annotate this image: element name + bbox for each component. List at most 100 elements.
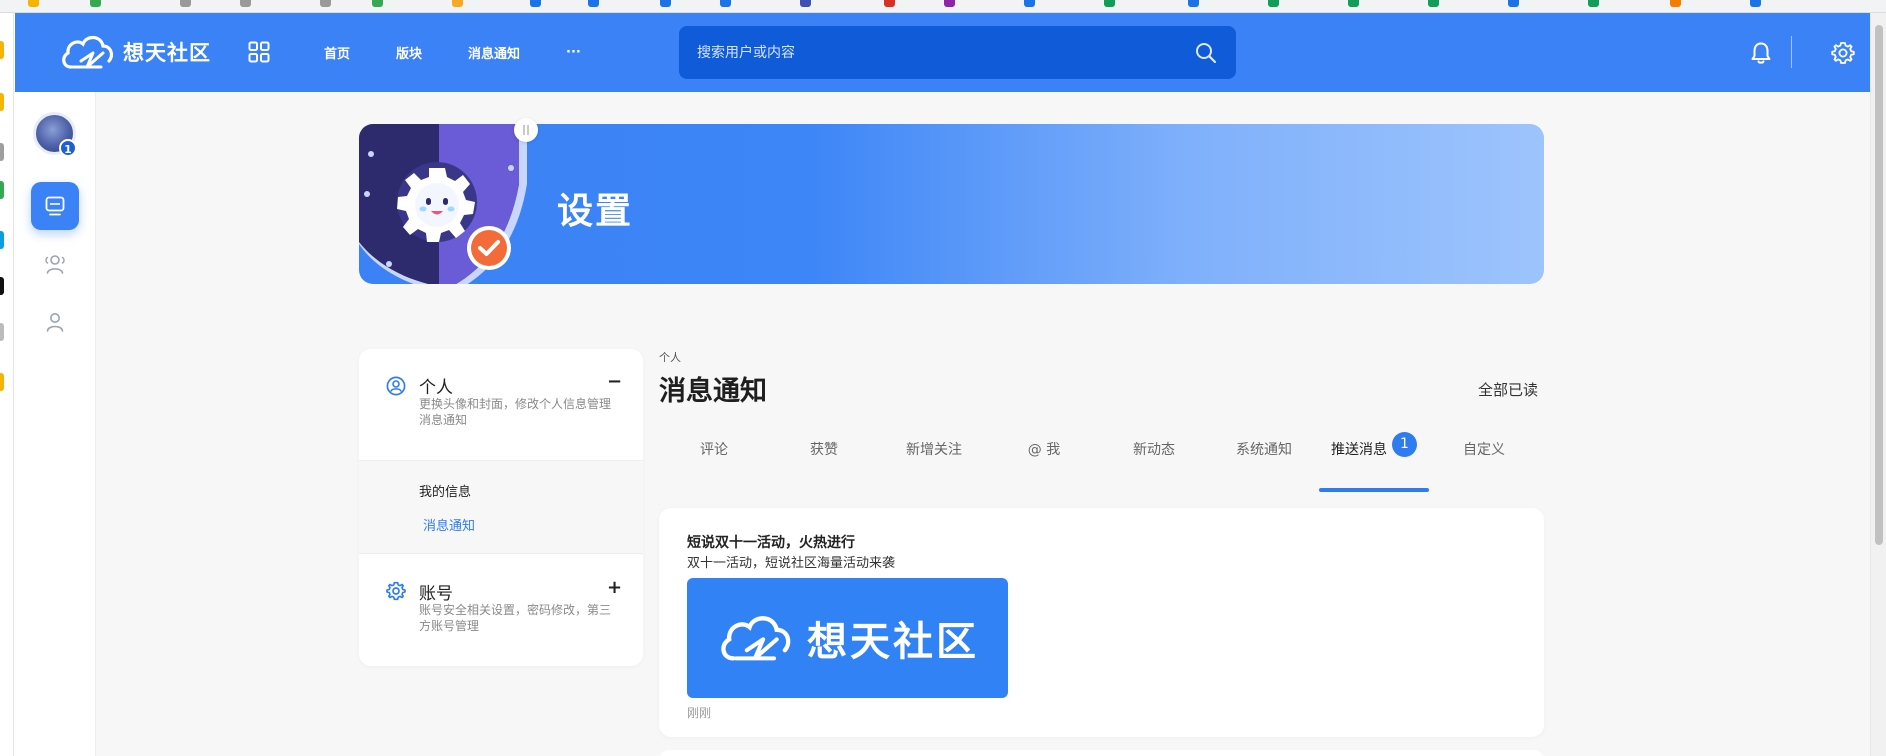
gear-icon[interactable]	[1831, 41, 1855, 65]
message-card-next[interactable]	[659, 750, 1544, 756]
tab-mentions[interactable]: @ 我	[989, 424, 1099, 492]
tab-label: @ 我	[1027, 442, 1061, 458]
tab-label: 推送消息	[1331, 442, 1387, 458]
bookmark-item[interactable]	[1348, 0, 1362, 8]
tab-push-messages[interactable]: 推送消息 1	[1319, 424, 1429, 492]
bell-icon[interactable]	[1750, 41, 1772, 65]
bookmark-item[interactable]	[720, 0, 734, 8]
bookmark-item[interactable]	[180, 0, 194, 8]
settings-gear-icon	[386, 581, 406, 601]
nav-home[interactable]: 首页	[324, 43, 350, 62]
monitor-icon	[45, 196, 65, 216]
main-nav: 首页 版块 消息通知 ···	[324, 13, 627, 92]
avatar-badge: 1	[59, 139, 77, 157]
tab-likes[interactable]: 获赞	[769, 424, 879, 492]
bookmark-item[interactable]	[1104, 0, 1118, 8]
nav-more[interactable]: ···	[566, 45, 581, 60]
tab-label: 自定义	[1463, 442, 1505, 458]
page-title: 消息通知	[659, 376, 767, 407]
section-title-account[interactable]: 账号	[419, 579, 453, 604]
browser-bookmarks-bar	[0, 0, 1886, 13]
cloud-logo-icon	[721, 616, 791, 661]
site-logo[interactable]: 想天社区	[59, 31, 211, 73]
bookmark-item[interactable]	[1588, 0, 1602, 8]
tab-custom[interactable]: 自定义	[1429, 424, 1539, 492]
message-time: 刚刚	[687, 706, 712, 720]
site-name: 想天社区	[123, 41, 211, 65]
bookmark-item[interactable]	[1508, 0, 1522, 8]
bookmark-item[interactable]	[28, 0, 42, 8]
bookmark-item[interactable]	[530, 0, 544, 8]
page-scrollbar[interactable]	[1870, 13, 1886, 756]
tab-badge: 1	[1392, 432, 1417, 457]
app-sidebar: 1	[15, 92, 96, 756]
window-left-edge	[0, 13, 14, 756]
notification-tabs: 评论 获赞 新增关注 @ 我 新动态 系统通知 推送消息 1 自定义	[659, 424, 1544, 492]
section-title-personal[interactable]: 个人	[419, 373, 453, 398]
search-icon[interactable]	[1194, 41, 1218, 65]
header-divider	[1791, 36, 1792, 68]
scrollbar-thumb[interactable]	[1875, 25, 1883, 545]
submenu-my-info[interactable]: 我的信息	[419, 481, 471, 500]
tab-label: 新增关注	[906, 442, 962, 458]
bookmark-item[interactable]	[1428, 0, 1442, 8]
expand-account-button[interactable]: +	[607, 577, 622, 598]
bookmark-item[interactable]	[90, 0, 104, 8]
tab-system-notices[interactable]: 系统通知	[1209, 424, 1319, 492]
message-desc: 双十一活动，短说社区海量活动来袭	[687, 556, 896, 571]
section-desc-personal-line2: 消息通知	[419, 413, 468, 427]
banner-pause-icon[interactable]	[514, 118, 538, 142]
section-desc-account-line1: 账号安全相关设置，密码修改，第三	[419, 603, 612, 617]
tab-new-followers[interactable]: 新增关注	[879, 424, 989, 492]
bookmark-item[interactable]	[588, 0, 602, 8]
bookmark-item[interactable]	[884, 0, 898, 8]
tab-label: 新动态	[1133, 442, 1175, 458]
collapse-personal-button[interactable]: −	[607, 371, 622, 392]
panel-divider	[359, 553, 643, 554]
settings-banner: 设置	[359, 124, 1544, 284]
sidebar-item-profile[interactable]	[31, 298, 79, 346]
apps-grid-icon[interactable]	[248, 41, 270, 63]
bookmark-item[interactable]	[660, 0, 674, 8]
bookmark-item[interactable]	[372, 0, 386, 8]
tab-new-activity[interactable]: 新动态	[1099, 424, 1209, 492]
bookmark-item[interactable]	[944, 0, 958, 8]
top-header: 想天社区 首页 版块 消息通知 ···	[15, 13, 1870, 92]
tab-label: 评论	[700, 442, 728, 458]
user-circle-icon	[386, 376, 406, 396]
message-image[interactable]: 想天社区	[687, 578, 1008, 698]
user-icon	[46, 313, 64, 332]
section-desc-account-line2: 方账号管理	[419, 619, 480, 633]
bookmark-item[interactable]	[240, 0, 254, 8]
tab-label: 获赞	[810, 442, 838, 458]
sidebar-item-community[interactable]	[31, 240, 79, 288]
nav-boards[interactable]: 版块	[396, 43, 422, 62]
section-desc-personal-line1: 更换头像和封面，修改个人信息管理	[419, 397, 612, 411]
message-title: 短说双十一活动，火热进行	[687, 535, 855, 551]
personal-submenu: 我的信息 消息通知	[359, 461, 643, 553]
users-icon	[45, 255, 65, 274]
bookmark-item[interactable]	[1268, 0, 1282, 8]
message-image-text: 想天社区	[807, 619, 979, 665]
message-card[interactable]: 短说双十一活动，火热进行 双十一活动，短说社区海量活动来袭 想天社区 刚刚	[659, 508, 1544, 737]
shield-robot-icon	[359, 124, 527, 284]
tab-label: 系统通知	[1236, 442, 1292, 458]
bookmark-item[interactable]	[800, 0, 814, 8]
search-input[interactable]	[679, 26, 1179, 79]
bookmark-item[interactable]	[1670, 0, 1684, 8]
bookmark-item[interactable]	[1024, 0, 1038, 8]
banner-title: 设置	[557, 191, 634, 232]
bookmark-item[interactable]	[1750, 0, 1764, 8]
tab-comments[interactable]: 评论	[659, 424, 769, 492]
search-box	[679, 26, 1236, 79]
breadcrumb[interactable]: 个人	[659, 349, 681, 365]
nav-notifications[interactable]: 消息通知	[468, 43, 520, 62]
submenu-notifications[interactable]: 消息通知	[423, 515, 475, 534]
sidebar-item-home[interactable]	[31, 182, 79, 230]
mark-all-read-button[interactable]: 全部已读	[1478, 379, 1538, 400]
bookmark-item[interactable]	[320, 0, 334, 8]
bookmark-item[interactable]	[452, 0, 466, 8]
cloud-logo-icon	[62, 35, 114, 69]
bookmark-item[interactable]	[1188, 0, 1202, 8]
settings-menu-panel: 个人 − 更换头像和封面，修改个人信息管理 消息通知 我的信息 消息通知 账号 …	[359, 349, 643, 666]
